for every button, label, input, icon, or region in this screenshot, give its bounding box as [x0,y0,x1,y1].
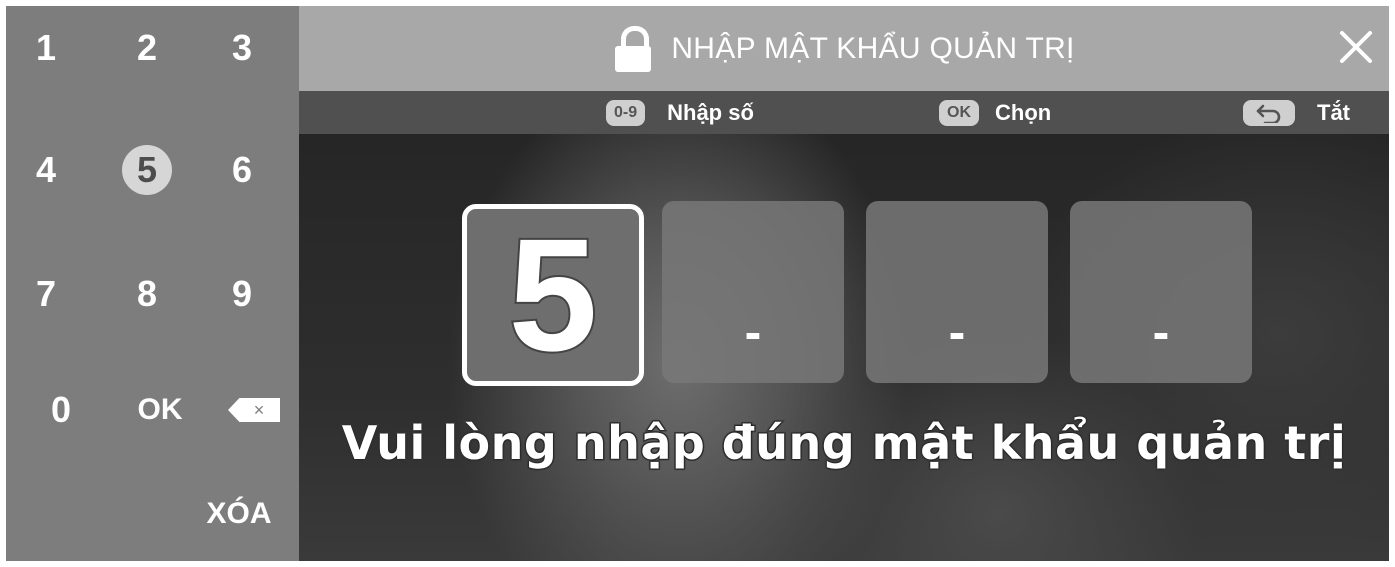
key-1-label: 1 [35,27,57,68]
hint-ok: OK Chọn [939,91,1051,134]
key-6[interactable]: 6 [202,130,282,210]
key-9-label: 9 [231,273,253,314]
instruction-message: Vui lòng nhập đúng mật khẩu quản trị [340,415,1347,472]
key-backspace[interactable]: × [214,370,294,450]
hint-digits-badge: 0-9 [606,99,646,126]
key-2-label: 2 [136,27,158,68]
close-icon [1340,31,1372,63]
pin-digit-box-3: - [866,201,1048,383]
key-0[interactable]: 0 [21,370,101,450]
dialog-title-bar: NHẬP MẬT KHẨU QUẢN TRỊ [299,6,1389,91]
key-clear-label: XÓA [206,497,272,530]
backspace-x-symbol: × [253,400,265,420]
hint-back-label: Tắt [1317,99,1350,125]
hint-ok-badge: OK [939,99,979,126]
pin-digit-box-1: 5 [462,204,644,386]
hint-ok-label: Chọn [995,99,1052,125]
pin-digit-1: 5 [507,205,600,384]
pin-digit-2: - [744,304,762,360]
screen-frame: 1 2 3 4 5 6 7 8 9 0 OK × XÓA NHẬP MẬT KH… [6,6,1389,561]
pin-digit-box-2: - [662,201,844,383]
pin-digit-4: - [1152,304,1170,360]
key-ok[interactable]: OK [120,370,200,450]
numeric-keypad: 1 2 3 4 5 6 7 8 9 0 OK × XÓA [6,6,299,561]
key-5-label: 5 [122,145,172,195]
key-6-label: 6 [231,149,253,190]
key-7-label: 7 [35,273,57,314]
hint-back: Tắt [1243,91,1350,134]
admin-password-dialog: NHẬP MẬT KHẨU QUẢN TRỊ 0-9 Nhập số OK Ch… [299,6,1389,561]
key-2[interactable]: 2 [107,8,187,88]
close-button[interactable] [1337,28,1375,66]
dialog-title: NHẬP MẬT KHẨU QUẢN TRỊ [671,31,1075,65]
key-0-label: 0 [50,389,72,430]
key-4[interactable]: 4 [6,130,86,210]
key-4-label: 4 [35,149,57,190]
key-3-label: 3 [231,27,253,68]
key-3[interactable]: 3 [202,8,282,88]
key-7[interactable]: 7 [6,254,86,334]
hint-digits: 0-9 Nhập số [606,91,754,134]
pin-digit-3: - [948,304,966,360]
key-1[interactable]: 1 [6,8,86,88]
backspace-icon: × [228,398,280,422]
key-8[interactable]: 8 [107,254,187,334]
key-ok-label: OK [137,393,183,426]
key-9[interactable]: 9 [202,254,282,334]
pin-digit-box-4: - [1070,201,1252,383]
lock-icon [613,25,653,72]
key-hint-bar: 0-9 Nhập số OK Chọn Tắt [299,91,1389,134]
key-5[interactable]: 5 [107,130,187,210]
hint-digits-label: Nhập số [667,99,754,125]
key-8-label: 8 [136,273,158,314]
key-clear[interactable]: XÓA [189,474,289,554]
back-arrow-icon [1243,99,1295,126]
